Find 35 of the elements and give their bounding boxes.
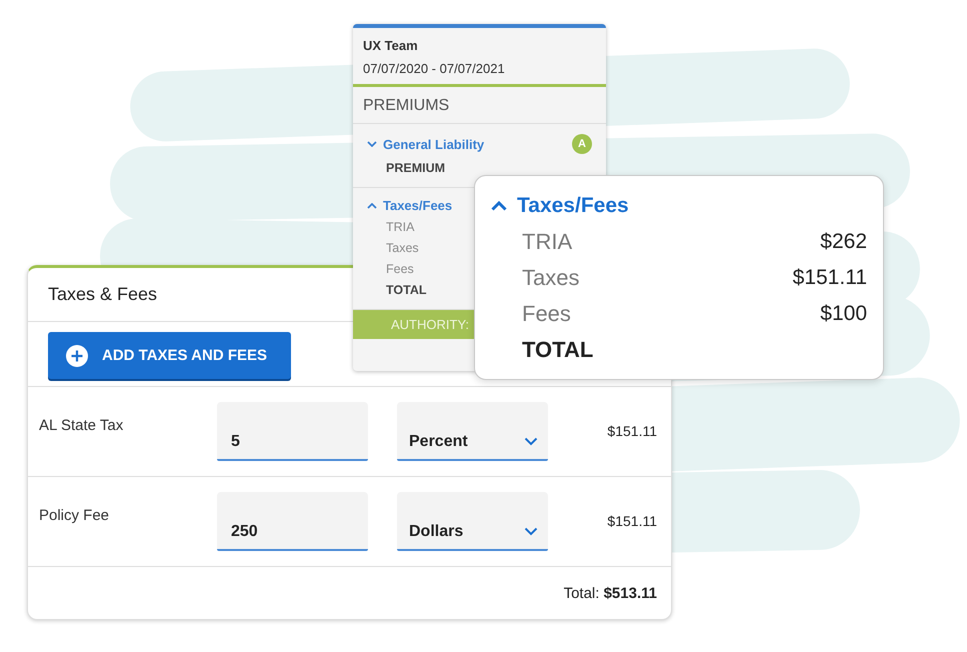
- add-taxes-button[interactable]: ADD TAXES AND FEES: [48, 332, 291, 379]
- line-label: TOTAL: [522, 337, 594, 363]
- fee-amount: $151.11: [606, 513, 657, 529]
- chevron-up-icon: [491, 201, 507, 211]
- plus-icon: [66, 344, 88, 366]
- group-toggle[interactable]: Taxes/Fees: [367, 198, 452, 213]
- summary-line-label: TOTAL: [386, 283, 427, 297]
- line-amount: $151.11: [792, 266, 867, 290]
- unit-dropdown[interactable]: Dollars: [397, 492, 548, 551]
- chevron-down-icon: [367, 141, 377, 147]
- summary-line-label: PREMIUM: [386, 161, 446, 175]
- line-label: TRIA: [522, 229, 572, 255]
- fee-amount: $151.11: [606, 423, 657, 439]
- total-text: Total: $513.11: [564, 584, 657, 602]
- fee-name: Policy Fee: [39, 507, 110, 524]
- amount-input[interactable]: 5: [217, 402, 368, 461]
- fee-name: AL State Tax: [39, 417, 124, 434]
- line-label: Taxes: [522, 265, 580, 291]
- summary-line-label: TRIA: [386, 220, 414, 234]
- summary-line-label: Taxes: [386, 241, 419, 255]
- line-amount: $262: [820, 230, 867, 254]
- chevron-down-icon: [524, 527, 538, 536]
- line-amount: $100: [820, 302, 867, 326]
- unit-dropdown[interactable]: Percent: [397, 402, 548, 461]
- chevron-up-icon: [367, 202, 377, 208]
- section-title: PREMIUMS: [353, 87, 606, 124]
- chevron-down-icon: [524, 437, 538, 446]
- card-title: Taxes & Fees: [48, 284, 158, 304]
- date-range: 07/07/2020 - 07/07/2021: [363, 61, 506, 76]
- section-toggle[interactable]: Taxes/Fees: [491, 194, 629, 218]
- amount-input[interactable]: 250: [217, 492, 368, 551]
- summary-line-label: Fees: [386, 262, 414, 276]
- team-name: UX Team: [363, 38, 419, 53]
- status-badge: A: [572, 134, 592, 154]
- group-toggle[interactable]: General Liability: [367, 136, 484, 152]
